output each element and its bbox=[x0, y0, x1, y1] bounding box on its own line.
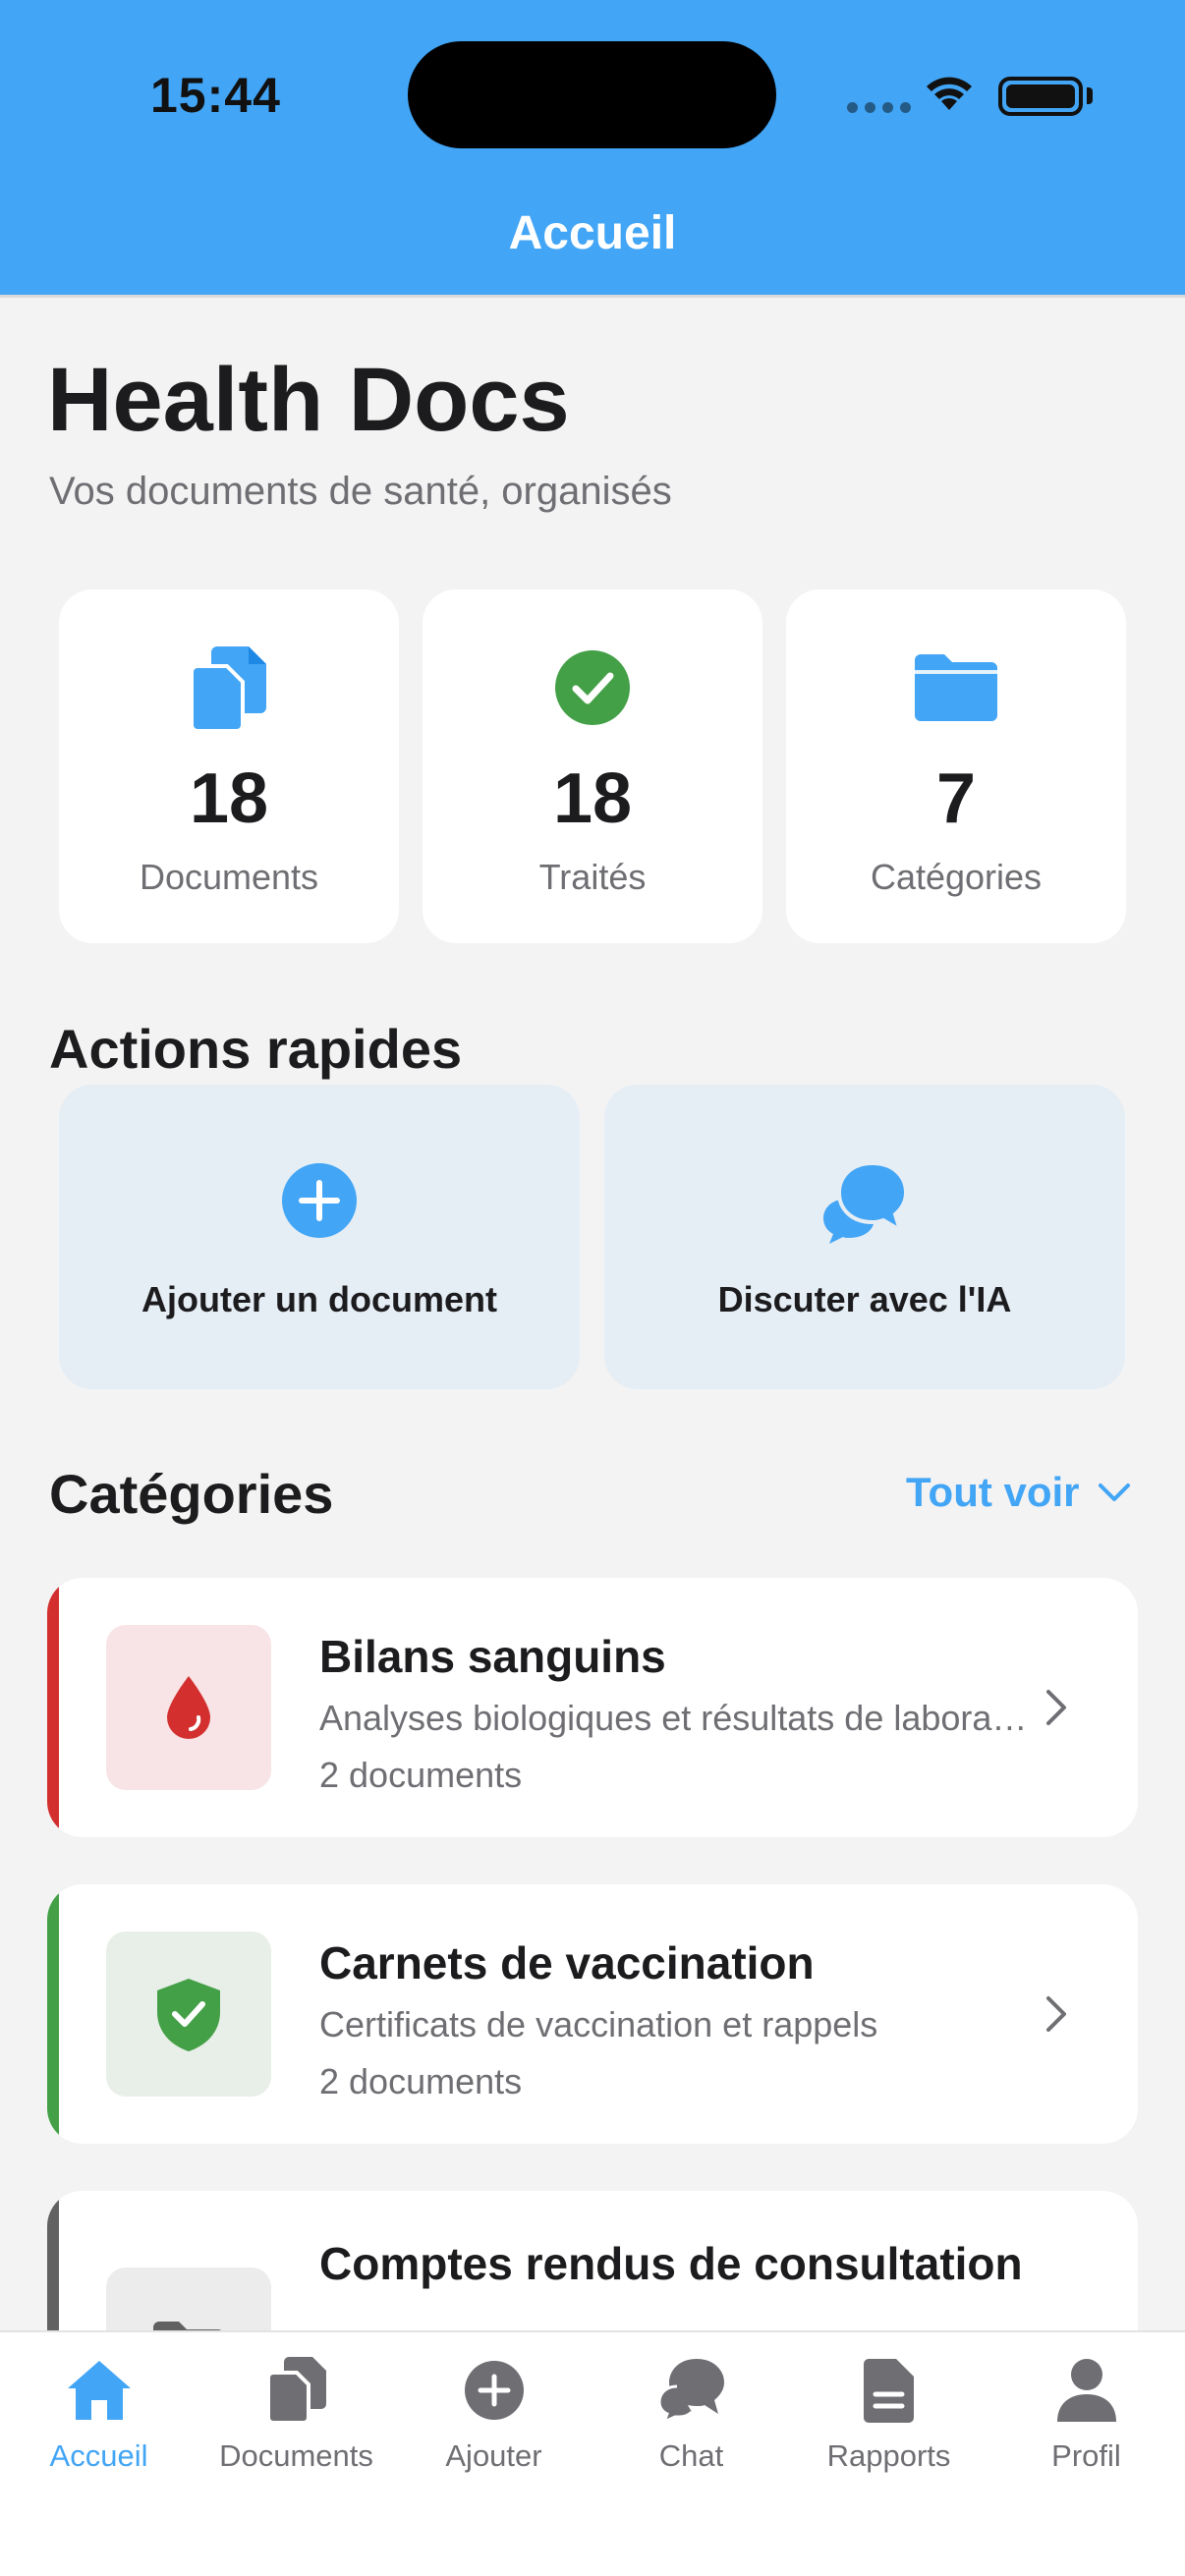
cellular-signal-icon bbox=[847, 102, 911, 113]
battery-icon bbox=[998, 77, 1083, 116]
stat-value: 18 bbox=[552, 759, 633, 838]
report-icon bbox=[790, 2352, 988, 2429]
check-circle-icon bbox=[423, 639, 762, 737]
tab-chat[interactable]: Chat bbox=[592, 2352, 790, 2474]
tab-label: Profil bbox=[1051, 2438, 1121, 2473]
action-label: Ajouter un document bbox=[141, 1279, 497, 1319]
plus-circle-icon bbox=[59, 1161, 580, 1240]
chat-icon bbox=[592, 2352, 790, 2429]
tab-label: Documents bbox=[219, 2438, 373, 2473]
tab-reports[interactable]: Rapports bbox=[790, 2352, 988, 2474]
category-card-blood-tests[interactable]: Bilans sanguins Analyses biologiques et … bbox=[47, 1578, 1138, 1837]
category-name: Carnets de vaccination bbox=[319, 1937, 815, 1988]
documents-icon bbox=[198, 2352, 395, 2429]
tab-documents[interactable]: Documents bbox=[198, 2352, 395, 2474]
header-divider bbox=[0, 295, 1185, 298]
chat-ai-button[interactable]: Discuter avec l'IA bbox=[604, 1085, 1125, 1389]
category-description: Certificats de vaccination et rappels bbox=[319, 2004, 878, 2044]
page-title: Health Docs bbox=[47, 350, 570, 450]
add-document-button[interactable]: Ajouter un document bbox=[59, 1085, 580, 1389]
stat-card-processed[interactable]: 18 Traités bbox=[423, 589, 762, 943]
category-name: Bilans sanguins bbox=[319, 1631, 666, 1682]
dynamic-island bbox=[408, 41, 776, 148]
chevron-right-icon bbox=[1046, 1996, 1066, 2032]
plus-circle-icon bbox=[395, 2352, 592, 2429]
tab-add[interactable]: Ajouter bbox=[395, 2352, 592, 2474]
stat-label: Catégories bbox=[870, 857, 1043, 897]
tab-label: Accueil bbox=[49, 2438, 148, 2473]
category-description: Analyses biologiques et résultats de lab… bbox=[319, 1698, 1037, 1738]
stat-value: 18 bbox=[189, 759, 269, 838]
tab-home[interactable]: Accueil bbox=[0, 2352, 198, 2474]
person-icon bbox=[988, 2352, 1185, 2429]
stat-card-documents[interactable]: 18 Documents bbox=[59, 589, 399, 943]
tab-bar: Accueil Documents Ajouter Chat Rapports … bbox=[0, 2330, 1185, 2576]
documents-icon bbox=[59, 639, 399, 737]
category-count: 2 documents bbox=[319, 2061, 523, 2101]
stat-label: Documents bbox=[139, 857, 319, 897]
stat-label: Traités bbox=[538, 857, 647, 897]
tab-profile[interactable]: Profil bbox=[988, 2352, 1185, 2474]
tab-label: Rapports bbox=[826, 2438, 951, 2473]
chevron-down-icon bbox=[1098, 1484, 1130, 1501]
category-count: 2 documents bbox=[319, 1755, 523, 1795]
blood-drop-icon bbox=[106, 1625, 271, 1790]
quick-actions-title: Actions rapides bbox=[49, 1018, 463, 1080]
category-accent-bar bbox=[47, 1578, 59, 1837]
app-header: 15:44 Accueil bbox=[0, 0, 1185, 298]
chevron-right-icon bbox=[1046, 1690, 1066, 1725]
nav-title: Accueil bbox=[508, 207, 677, 259]
category-card-vaccination[interactable]: Carnets de vaccination Certificats de va… bbox=[47, 1884, 1138, 2144]
see-all-button[interactable]: Tout voir bbox=[906, 1469, 1131, 1516]
chat-bubbles-icon bbox=[604, 1161, 1125, 1246]
category-name: Comptes rendus de consultation bbox=[319, 2238, 1023, 2289]
see-all-label: Tout voir bbox=[906, 1469, 1080, 1515]
folder-icon bbox=[786, 639, 1126, 737]
page-subtitle: Vos documents de santé, organisés bbox=[49, 470, 672, 513]
shield-check-icon bbox=[106, 1932, 271, 2097]
stat-card-categories[interactable]: 7 Catégories bbox=[786, 589, 1126, 943]
categories-title: Catégories bbox=[49, 1463, 334, 1525]
tab-label: Chat bbox=[658, 2438, 724, 2473]
home-icon bbox=[0, 2352, 198, 2429]
action-label: Discuter avec l'IA bbox=[717, 1279, 1012, 1319]
battery-tip bbox=[1087, 87, 1093, 104]
tab-label: Ajouter bbox=[445, 2438, 542, 2473]
wifi-icon bbox=[927, 77, 972, 110]
status-time: 15:44 bbox=[150, 68, 281, 123]
stat-value: 7 bbox=[935, 759, 977, 838]
category-accent-bar bbox=[47, 1884, 59, 2144]
